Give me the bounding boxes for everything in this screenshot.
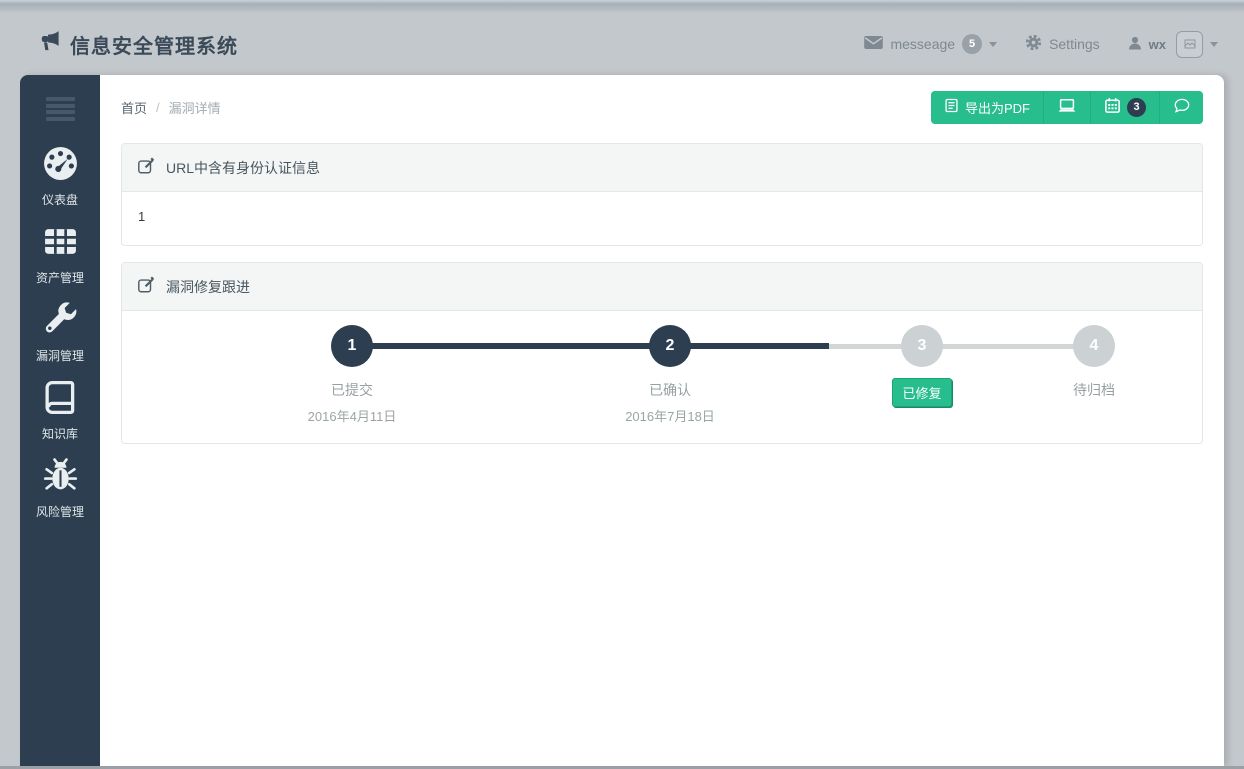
step-submitted: 1 已提交 2016年4月11日 bbox=[282, 325, 422, 425]
sidebar-item-knowledge-base[interactable]: 知识库 bbox=[20, 377, 100, 444]
sidebar-item-risk[interactable]: 风险管理 bbox=[20, 455, 100, 522]
page-title: 信息安全管理系统 bbox=[70, 30, 238, 59]
file-pdf-icon bbox=[944, 98, 959, 116]
stepper-track-progress bbox=[352, 343, 829, 349]
laptop-icon bbox=[1057, 98, 1077, 117]
sidebar-item-dashboard[interactable]: 仪表盘 bbox=[20, 143, 100, 210]
book-icon bbox=[42, 379, 79, 421]
edit-icon bbox=[137, 276, 155, 297]
step-circle: 4 bbox=[1073, 325, 1115, 367]
fix-progress-stepper: 1 已提交 2016年4月11日 2 已确认 2016年7月18日 3 已修复 … bbox=[122, 311, 1202, 443]
edit-icon bbox=[137, 157, 155, 178]
step-confirmed: 2 已确认 2016年7月18日 bbox=[600, 325, 740, 425]
step-label: 待归档 bbox=[1073, 380, 1115, 400]
comment-icon bbox=[1173, 97, 1190, 117]
export-pdf-label: 导出为PDF bbox=[965, 98, 1030, 117]
messages-label: messeage bbox=[890, 36, 955, 52]
breadcrumb-home-link[interactable]: 首页 bbox=[121, 98, 147, 117]
step-circle: 3 bbox=[901, 325, 943, 367]
messages-count-badge: 5 bbox=[962, 34, 982, 54]
sidebar-item-vulnerabilities[interactable]: 漏洞管理 bbox=[20, 299, 100, 366]
table-icon bbox=[42, 223, 79, 265]
step-circle: 2 bbox=[649, 325, 691, 367]
settings-menu[interactable]: Settings bbox=[1025, 34, 1100, 54]
step-circle: 1 bbox=[331, 325, 373, 367]
user-icon bbox=[1128, 36, 1142, 53]
main-window: 仪表盘 资产管理 bbox=[20, 75, 1224, 766]
step-label: 已确认 bbox=[649, 380, 691, 400]
brand: 信息安全管理系统 bbox=[38, 30, 238, 59]
vulnerability-panel-heading: URL中含有身份认证信息 bbox=[122, 144, 1202, 192]
window-top-strip bbox=[0, 0, 1244, 13]
vulnerability-panel-title: URL中含有身份认证信息 bbox=[166, 158, 320, 178]
chevron-down-icon bbox=[989, 42, 997, 47]
header-menu: messeage 5 Settings wx bbox=[864, 31, 1218, 58]
breadcrumb: 首页 / 漏洞详情 bbox=[121, 98, 221, 117]
calendar-count-badge: 3 bbox=[1127, 98, 1146, 117]
messages-menu[interactable]: messeage 5 bbox=[864, 34, 997, 54]
breadcrumb-separator: / bbox=[156, 100, 160, 115]
user-menu[interactable]: wx bbox=[1128, 31, 1218, 58]
step-date: 2016年7月18日 bbox=[625, 406, 715, 425]
settings-label: Settings bbox=[1049, 36, 1100, 52]
chevron-down-icon bbox=[1210, 42, 1218, 47]
sidebar-toggle-hamburger-icon[interactable] bbox=[41, 92, 80, 126]
sidebar-item-assets[interactable]: 资产管理 bbox=[20, 221, 100, 288]
sidebar: 仪表盘 资产管理 bbox=[20, 75, 100, 766]
monitor-button[interactable] bbox=[1043, 91, 1090, 124]
export-pdf-button[interactable]: 导出为PDF bbox=[931, 91, 1043, 124]
breadcrumb-current: 漏洞详情 bbox=[169, 98, 221, 117]
step-archive: 4 待归档 bbox=[1024, 325, 1164, 400]
sidebar-item-label: 资产管理 bbox=[36, 269, 84, 286]
gear-icon bbox=[1025, 34, 1042, 54]
sidebar-item-label: 知识库 bbox=[42, 425, 78, 442]
sidebar-item-label: 仪表盘 bbox=[42, 191, 78, 208]
comments-button[interactable] bbox=[1159, 91, 1203, 124]
username-label: wx bbox=[1149, 37, 1166, 52]
avatar[interactable] bbox=[1176, 31, 1203, 58]
bullhorn-logo-icon bbox=[38, 30, 61, 58]
bug-icon bbox=[42, 457, 79, 499]
fix-progress-panel: 漏洞修复跟进 1 已提交 2016年4月11日 2 已确认 2016年7月18日… bbox=[121, 262, 1203, 444]
calendar-button[interactable]: 3 bbox=[1090, 91, 1159, 124]
step-fixed: 3 已修复 bbox=[852, 325, 992, 407]
step-date: 2016年4月11日 bbox=[308, 406, 397, 425]
app-header: 信息安全管理系统 messeage 5 Settings bbox=[0, 13, 1244, 75]
main-content: 首页 / 漏洞详情 导出为PDF bbox=[100, 75, 1224, 766]
mark-fixed-button[interactable]: 已修复 bbox=[892, 378, 951, 407]
sidebar-item-label: 漏洞管理 bbox=[36, 347, 84, 364]
vulnerability-detail-panel: URL中含有身份认证信息 1 bbox=[121, 143, 1203, 246]
action-button-group: 导出为PDF bbox=[931, 91, 1203, 124]
sidebar-item-label: 风险管理 bbox=[36, 503, 84, 520]
gauge-icon bbox=[42, 145, 79, 187]
wrench-icon bbox=[42, 301, 79, 343]
fix-progress-panel-title: 漏洞修复跟进 bbox=[166, 277, 250, 297]
calendar-icon bbox=[1104, 97, 1121, 117]
vulnerability-panel-body: 1 bbox=[122, 192, 1202, 245]
envelope-icon bbox=[864, 36, 883, 52]
toolbar-row: 首页 / 漏洞详情 导出为PDF bbox=[100, 75, 1224, 127]
step-label: 已提交 bbox=[331, 380, 373, 400]
fix-progress-panel-heading: 漏洞修复跟进 bbox=[122, 263, 1202, 311]
